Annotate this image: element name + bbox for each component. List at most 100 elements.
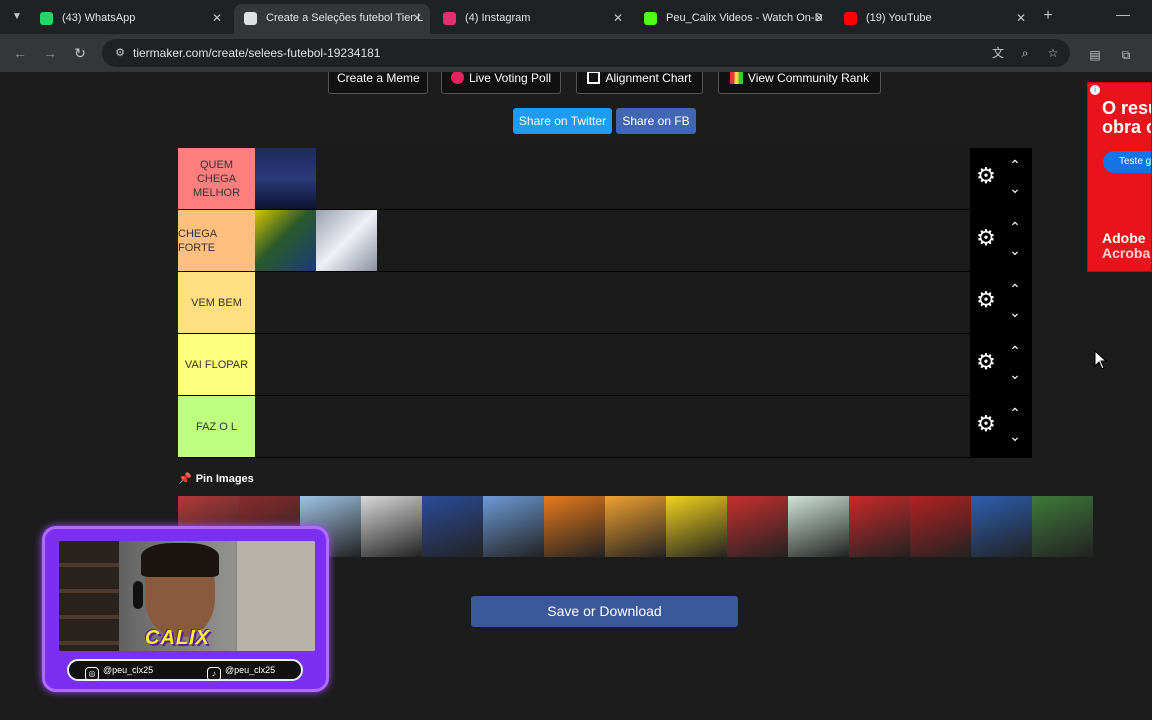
bookshelf (59, 541, 119, 651)
reload-icon[interactable]: ↻ (70, 43, 90, 63)
chevron-up-icon[interactable]: ⌃ (1006, 158, 1024, 172)
live-voting-poll-button[interactable]: Live Voting Poll (441, 72, 561, 94)
tier-controls: ⚙ ⌃ ⌄ (970, 396, 1032, 457)
pool-image[interactable] (544, 496, 605, 557)
tier-controls: ⚙ ⌃ ⌄ (970, 148, 1032, 209)
pool-image[interactable] (788, 496, 849, 557)
tier-row: CHEGA FORTE ⚙ ⌃ ⌄ (178, 210, 1032, 272)
close-tab-icon[interactable]: ✕ (412, 4, 422, 32)
tier-row: QUEM CHEGA MELHOR ⚙ ⌃ ⌄ (178, 148, 1032, 210)
chevron-down-icon[interactable]: ⌄ (1006, 305, 1024, 319)
pool-image[interactable] (849, 496, 910, 557)
forward-arrow-icon[interactable]: → (40, 43, 60, 63)
pool-image[interactable] (727, 496, 788, 557)
ad-brand-name: Adobe (1102, 230, 1146, 246)
chevron-down-icon[interactable]: ⌄ (1006, 429, 1024, 443)
tier-drop-zone[interactable] (255, 148, 970, 209)
omnibox[interactable]: ⚙ tiermaker.com/create/selees-futebol-19… (102, 39, 1070, 67)
pool-image[interactable] (666, 496, 727, 557)
tier-drop-zone[interactable] (255, 334, 970, 395)
pool-image[interactable] (483, 496, 544, 557)
pool-image[interactable] (971, 496, 1032, 557)
gear-icon[interactable]: ⚙ (974, 288, 998, 312)
chevron-up-icon[interactable]: ⌃ (1006, 406, 1024, 420)
instagram-icon (443, 12, 456, 25)
create-meme-label: Create a Meme (337, 72, 420, 85)
tier-controls: ⚙ ⌃ ⌄ (970, 210, 1032, 271)
ad-info-icon[interactable]: i (1090, 85, 1100, 95)
minimize-window-button[interactable]: — (1114, 6, 1132, 26)
tier-image[interactable] (255, 210, 316, 271)
gear-icon[interactable]: ⚙ (974, 350, 998, 374)
tab-tiermaker[interactable]: Create a Seleções futebol Tier L ✕ (234, 4, 430, 34)
save-download-button[interactable]: Save or Download (471, 596, 738, 627)
chevron-down-icon[interactable]: ⌄ (1006, 181, 1024, 195)
alignment-chart-button[interactable]: Alignment Chart (576, 72, 703, 94)
tier-image[interactable] (316, 210, 377, 271)
kick-icon (644, 12, 657, 25)
pool-image[interactable] (422, 496, 483, 557)
tier-controls: ⚙ ⌃ ⌄ (970, 272, 1032, 333)
tab-label: (19) YouTube (866, 12, 932, 24)
new-tab-button[interactable]: + (1040, 7, 1056, 25)
pool-image[interactable] (910, 496, 971, 557)
chevron-down-icon[interactable]: ⌄ (1006, 367, 1024, 381)
create-meme-button[interactable]: Create a Meme (328, 72, 428, 94)
back-arrow-icon[interactable]: ← (10, 43, 30, 63)
tab-search-icon[interactable]: ▼ (8, 8, 26, 26)
chevron-up-icon[interactable]: ⌃ (1006, 282, 1024, 296)
tiermaker-icon (244, 12, 257, 25)
share-facebook-button[interactable]: Share on FB (616, 108, 696, 134)
zoom-icon[interactable]: ⌕ (1017, 45, 1033, 61)
ad-cta-button[interactable]: Teste g (1103, 151, 1151, 173)
tier-label[interactable]: CHEGA FORTE (178, 210, 255, 271)
tier-label[interactable]: FAZ O L (178, 396, 255, 457)
tier-label[interactable]: VEM BEM (178, 272, 255, 333)
tab-whatsapp[interactable]: (43) WhatsApp ✕ (30, 4, 230, 34)
tier-row: VEM BEM ⚙ ⌃ ⌄ (178, 272, 1032, 334)
close-tab-icon[interactable]: ✕ (1016, 4, 1026, 32)
instagram-handle: ◎ @peu_clx25 (85, 663, 153, 681)
chevron-up-icon[interactable]: ⌃ (1006, 220, 1024, 234)
tier-drop-zone[interactable] (255, 272, 970, 333)
close-tab-icon[interactable]: ✕ (212, 4, 222, 32)
community-rank-button[interactable]: View Community Rank (718, 72, 881, 94)
site-info-icon[interactable]: ⚙ (112, 45, 128, 61)
whatsapp-icon (40, 12, 53, 25)
bookmark-star-icon[interactable]: ☆ (1045, 45, 1061, 61)
tiktok-handle: ♪ @peu_clx25 (207, 663, 275, 681)
tab-kick[interactable]: Peu_Calix Videos - Watch On-D ✕ (634, 4, 832, 34)
tier-drop-zone[interactable] (255, 210, 970, 271)
live-dot-icon (450, 72, 464, 84)
instagram-handle-text: @peu_clx25 (103, 665, 154, 675)
extension-doc-icon[interactable]: ▤ (1087, 47, 1103, 63)
pool-image[interactable] (1032, 496, 1093, 557)
share-twitter-button[interactable]: Share on Twitter (513, 108, 612, 134)
tab-instagram[interactable]: (4) Instagram ✕ (433, 4, 631, 34)
address-bar-row: ← → ↻ ⚙ tiermaker.com/create/selees-fute… (0, 34, 1152, 72)
gear-icon[interactable]: ⚙ (974, 226, 998, 250)
streamer-name: CALIX (145, 627, 210, 649)
url-text[interactable]: tiermaker.com/create/selees-futebol-1923… (133, 46, 380, 60)
close-tab-icon[interactable]: ✕ (613, 4, 623, 32)
chevron-up-icon[interactable]: ⌃ (1006, 344, 1024, 358)
extensions-puzzle-icon[interactable]: ⧉ (1118, 47, 1134, 63)
chevron-down-icon[interactable]: ⌄ (1006, 243, 1024, 257)
tiktok-icon: ♪ (207, 667, 221, 681)
pool-image[interactable] (361, 496, 422, 557)
tier-label[interactable]: VAI FLOPAR (178, 334, 255, 395)
tiktok-handle-text: @peu_clx25 (225, 665, 276, 675)
tier-image[interactable] (255, 148, 316, 209)
tier-label[interactable]: QUEM CHEGA MELHOR (178, 148, 255, 209)
close-tab-icon[interactable]: ✕ (814, 4, 824, 32)
translate-icon[interactable]: 文 (990, 45, 1006, 61)
pin-images-label: Pin Images (195, 473, 254, 485)
adobe-ad-banner[interactable]: i O resu obra c Teste g Adobe Acroba (1087, 82, 1152, 272)
gear-icon[interactable]: ⚙ (974, 412, 998, 436)
pool-image[interactable] (605, 496, 666, 557)
gear-icon[interactable]: ⚙ (974, 164, 998, 188)
instagram-icon: ◎ (85, 667, 99, 681)
tier-drop-zone[interactable] (255, 396, 970, 457)
tab-youtube[interactable]: (19) YouTube ✕ (834, 4, 1034, 34)
pin-images-heading: 📌 Pin Images (178, 472, 254, 485)
